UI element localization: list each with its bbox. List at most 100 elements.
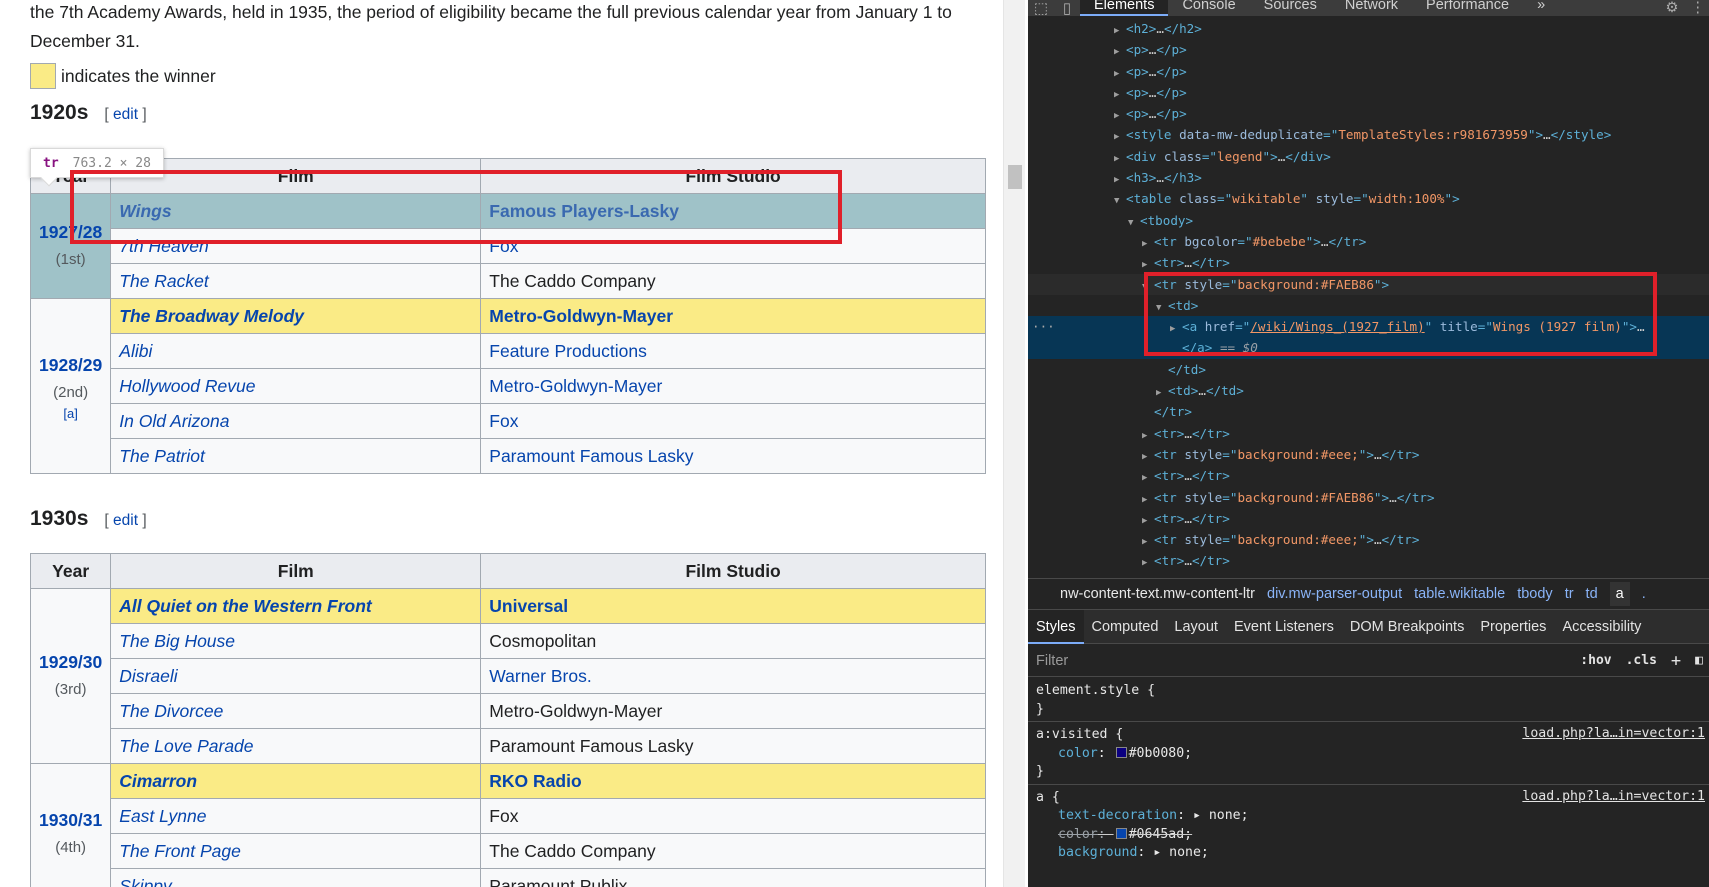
film-link[interactable]: Disraeli bbox=[119, 666, 177, 686]
dom-node-td[interactable]: ▶ <td>…</td> bbox=[1028, 380, 1709, 401]
tab-elements[interactable]: Elements bbox=[1080, 0, 1169, 16]
toggle-sidebar-icon[interactable]: ◧ bbox=[1695, 653, 1703, 668]
edit-link[interactable]: edit bbox=[113, 106, 138, 123]
kebab-menu-icon[interactable]: ⋮ bbox=[1691, 0, 1706, 16]
dom-node-p[interactable]: ▶ <p>…</p> bbox=[1028, 103, 1709, 124]
year-link[interactable]: 1928/29 bbox=[39, 355, 102, 375]
dom-node-style[interactable]: ▶ <style data-mw-deduplicate="TemplateSty… bbox=[1028, 124, 1709, 145]
dom-node-tr[interactable]: ▶ <tr style="background:#eee;">…</tr> bbox=[1028, 444, 1709, 465]
page-scrollbar[interactable] bbox=[1003, 0, 1025, 887]
film-link[interactable]: The Broadway Melody bbox=[119, 306, 304, 326]
studio-link[interactable]: Warner Bros. bbox=[489, 666, 591, 686]
tab-accessibility[interactable]: Accessibility bbox=[1554, 610, 1649, 644]
css-property[interactable]: text-decoration bbox=[1058, 808, 1177, 823]
studio-link[interactable]: Feature Productions bbox=[489, 341, 647, 361]
css-value[interactable]: none; bbox=[1169, 845, 1209, 860]
edit-link[interactable]: edit bbox=[113, 512, 138, 529]
dom-node-tr[interactable]: ▶ <tr>…</tr> bbox=[1028, 465, 1709, 486]
rule-element-style[interactable]: element.style { } bbox=[1028, 678, 1709, 722]
add-rule-icon[interactable]: + bbox=[1671, 651, 1681, 671]
studio-link[interactable]: RKO Radio bbox=[489, 771, 581, 791]
dom-node-tr[interactable]: ▶ <tr>…</tr> bbox=[1028, 550, 1709, 571]
color-swatch[interactable] bbox=[1115, 746, 1127, 758]
dom-tree[interactable]: ▶ <h2>…</h2> ▶ <p>…</p> ▶ <p>…</p> ▶ <p>…</p… bbox=[1028, 18, 1709, 578]
css-value-overridden[interactable]: #0645ad; bbox=[1129, 827, 1193, 842]
gear-icon[interactable]: ⚙ bbox=[1666, 0, 1679, 16]
inspect-element-icon[interactable]: ⬚ bbox=[1028, 0, 1054, 17]
css-value[interactable]: #0b0080; bbox=[1129, 746, 1193, 761]
studio-link[interactable]: Fox bbox=[489, 411, 518, 431]
rule-a-visited[interactable]: load.php?la…in=vector:1 a:visited { colo… bbox=[1028, 722, 1709, 785]
css-property-overridden[interactable]: color bbox=[1058, 827, 1098, 842]
dom-node-td-close: </td> bbox=[1168, 361, 1206, 377]
breadcrumb-item[interactable]: td bbox=[1586, 586, 1598, 602]
tab-network[interactable]: Network bbox=[1331, 0, 1412, 16]
studio-link[interactable]: Metro-Goldwyn-Mayer bbox=[489, 306, 673, 326]
dom-node-tr[interactable]: ▶ <tr>…</tr> bbox=[1028, 508, 1709, 529]
tab-properties[interactable]: Properties bbox=[1472, 610, 1554, 644]
dom-node-p[interactable]: ▶ <p>…</p> bbox=[1028, 39, 1709, 60]
breadcrumb-item[interactable]: tr bbox=[1565, 586, 1574, 602]
film-link[interactable]: East Lynne bbox=[119, 806, 206, 826]
tab-performance[interactable]: Performance bbox=[1412, 0, 1523, 16]
breadcrumb-item-active[interactable]: a bbox=[1609, 582, 1630, 606]
tab-layout[interactable]: Layout bbox=[1166, 610, 1226, 644]
css-property[interactable]: color bbox=[1058, 746, 1098, 761]
breadcrumb-overflow[interactable]: . bbox=[1642, 586, 1646, 602]
studio-link[interactable]: Metro-Goldwyn-Mayer bbox=[489, 376, 662, 396]
tab-styles[interactable]: Styles bbox=[1028, 609, 1084, 644]
dom-node-tr[interactable]: ▶ <tr>…</tr> bbox=[1028, 423, 1709, 444]
film-link[interactable]: Skippy bbox=[119, 876, 172, 887]
studio-link[interactable]: Paramount Famous Lasky bbox=[489, 446, 693, 466]
studio-link[interactable]: Universal bbox=[489, 596, 568, 616]
breadcrumb-item[interactable]: table.wikitable bbox=[1414, 586, 1505, 602]
year-link[interactable]: 1930/31 bbox=[39, 810, 102, 830]
dom-node-p[interactable]: ▶ <p>…</p> bbox=[1028, 61, 1709, 82]
film-link[interactable]: The Divorcee bbox=[119, 701, 223, 721]
dom-node-tr[interactable]: ▶ <tr style="background:#eee;">…</tr> bbox=[1028, 529, 1709, 550]
more-tabs-button[interactable]: » bbox=[1523, 0, 1559, 16]
film-link[interactable]: The Love Parade bbox=[119, 736, 253, 756]
rule-source-link[interactable]: load.php?la…in=vector:1 bbox=[1522, 726, 1705, 741]
dom-node-tr[interactable]: ▶ <tr style="background:#FAEB86">…</tr> bbox=[1028, 487, 1709, 508]
dom-node-tr[interactable]: ▶ <tr>…</tr> bbox=[1028, 252, 1709, 273]
footnote-link[interactable]: [a] bbox=[39, 407, 102, 421]
dom-node-h3[interactable]: ▶ <h3>…</h3> bbox=[1028, 167, 1709, 188]
hover-state-button[interactable]: :hov bbox=[1580, 653, 1611, 668]
intro-paragraph: the 7th Academy Awards, held in 1935, th… bbox=[30, 2, 952, 51]
css-property[interactable]: background bbox=[1058, 845, 1137, 860]
css-value[interactable]: none; bbox=[1209, 808, 1249, 823]
film-link[interactable]: The Patriot bbox=[119, 446, 205, 466]
tab-event-listeners[interactable]: Event Listeners bbox=[1226, 610, 1342, 644]
tab-computed[interactable]: Computed bbox=[1084, 610, 1167, 644]
styles-filter-input[interactable]: Filter bbox=[1036, 653, 1068, 669]
dom-node-table[interactable]: ▼ <table class="wikitable" style="width:1… bbox=[1028, 188, 1709, 209]
dom-node-tbody[interactable]: ▼ <tbody> bbox=[1028, 210, 1709, 231]
film-link[interactable]: In Old Arizona bbox=[119, 411, 229, 431]
dom-node-h2[interactable]: ▶ <h2>…</h2> bbox=[1028, 18, 1709, 39]
tab-console[interactable]: Console bbox=[1168, 0, 1249, 16]
breadcrumb-item[interactable]: tbody bbox=[1517, 586, 1552, 602]
dom-node-div-legend[interactable]: ▶ <div class="legend">…</div> bbox=[1028, 146, 1709, 167]
class-toggle-button[interactable]: .cls bbox=[1626, 653, 1657, 668]
more-options-icon[interactable]: ··· bbox=[1032, 316, 1055, 337]
scrollbar-thumb[interactable] bbox=[1008, 165, 1022, 189]
rule-source-link[interactable]: load.php?la…in=vector:1 bbox=[1522, 789, 1705, 804]
color-swatch[interactable] bbox=[1115, 827, 1127, 839]
film-link[interactable]: Hollywood Revue bbox=[119, 376, 255, 396]
film-link[interactable]: Cimarron bbox=[119, 771, 197, 791]
year-link[interactable]: 1929/30 bbox=[39, 652, 102, 672]
tab-sources[interactable]: Sources bbox=[1250, 0, 1331, 16]
film-link[interactable]: The Front Page bbox=[119, 841, 241, 861]
breadcrumb-item[interactable]: nw-content-text.mw-content-ltr bbox=[1060, 586, 1255, 602]
dom-node-tr-header[interactable]: ▶ <tr bgcolor="#bebebe">…</tr> bbox=[1028, 231, 1709, 252]
breadcrumb-item[interactable]: div.mw-parser-output bbox=[1267, 586, 1402, 602]
dom-node-p[interactable]: ▶ <p>…</p> bbox=[1028, 82, 1709, 103]
film-link[interactable]: Alibi bbox=[119, 341, 152, 361]
rule-a[interactable]: load.php?la…in=vector:1 a { text-decorat… bbox=[1028, 785, 1709, 865]
device-toolbar-icon[interactable]: ▯ bbox=[1054, 0, 1080, 17]
film-link[interactable]: The Racket bbox=[119, 271, 208, 291]
film-link[interactable]: The Big House bbox=[119, 631, 235, 651]
tab-dom-breakpoints[interactable]: DOM Breakpoints bbox=[1342, 610, 1472, 644]
film-link[interactable]: All Quiet on the Western Front bbox=[119, 596, 371, 616]
